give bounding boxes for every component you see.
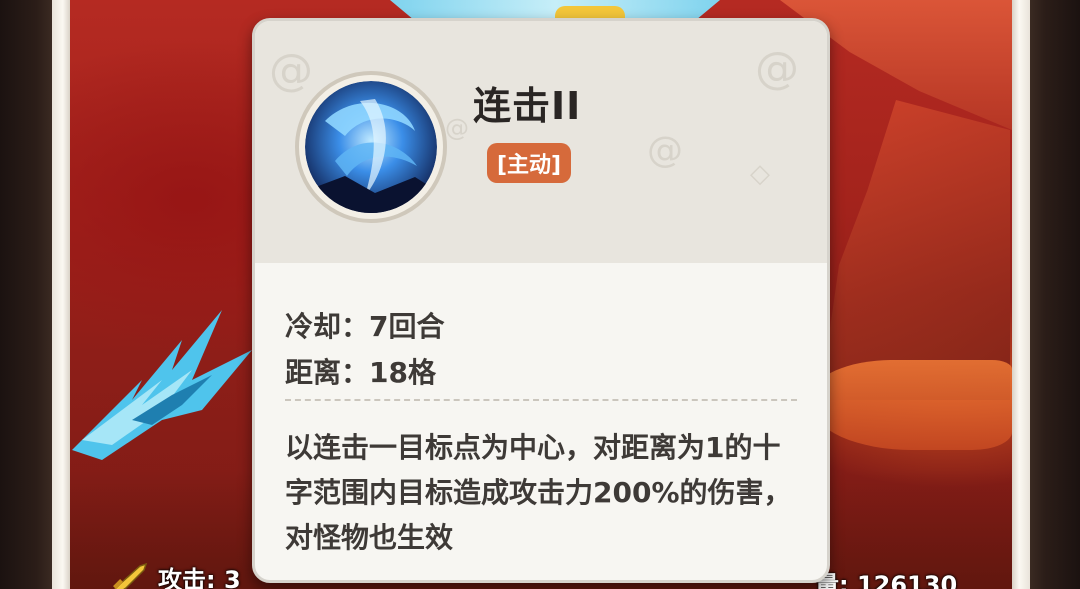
skill-card-body: 冷却：7回合 距离：18格 以连击一目标点为中心，对距离为1的十字范围内目标造成… (255, 263, 827, 580)
swirl-decoration-icon: @ (647, 130, 683, 171)
right-frame-border (1012, 0, 1030, 589)
blue-slash-skill-icon (305, 81, 437, 213)
game-screen: 攻击: 3 量: 126130 @ @ @ ◇ @ 连击II [主动] 冷却：7… (0, 0, 1080, 589)
skill-icon-frame (295, 71, 447, 223)
swirl-decoration-icon: @ (755, 43, 799, 94)
ice-crystal-weapon (72, 310, 252, 460)
skill-title: 连击II (473, 84, 582, 128)
sword-icon (113, 562, 148, 589)
swirl-decoration-icon: @ (269, 45, 313, 96)
skill-range: 距离：18格 (285, 356, 436, 389)
skill-description: 以连击一目标点为中心，对距离为1的十字范围内目标造成攻击力200%的伤害，对怪物… (285, 431, 792, 554)
skill-tooltip-card: @ @ @ ◇ @ 连击II [主动] 冷却：7回合 距离：18格 以连击一目标… (252, 18, 830, 583)
attack-stat-text: 攻击: 3 (158, 565, 241, 589)
skill-cooldown: 冷却：7回合 (285, 310, 445, 343)
left-letterbox (0, 0, 52, 589)
lava-glow (812, 360, 1012, 450)
attack-stat: 攻击: 3 (110, 562, 241, 589)
right-letterbox (1030, 0, 1080, 589)
hp-stat-text: 量: 126130 (815, 571, 958, 589)
swirl-decoration-icon: ◇ (750, 159, 770, 189)
skill-type-badge: [主动] (487, 143, 572, 183)
left-frame-border (52, 0, 70, 589)
swirl-decoration-icon: @ (445, 114, 469, 142)
dashed-divider (285, 399, 797, 401)
skill-card-header: @ @ @ ◇ @ 连击II [主动] (255, 21, 827, 263)
